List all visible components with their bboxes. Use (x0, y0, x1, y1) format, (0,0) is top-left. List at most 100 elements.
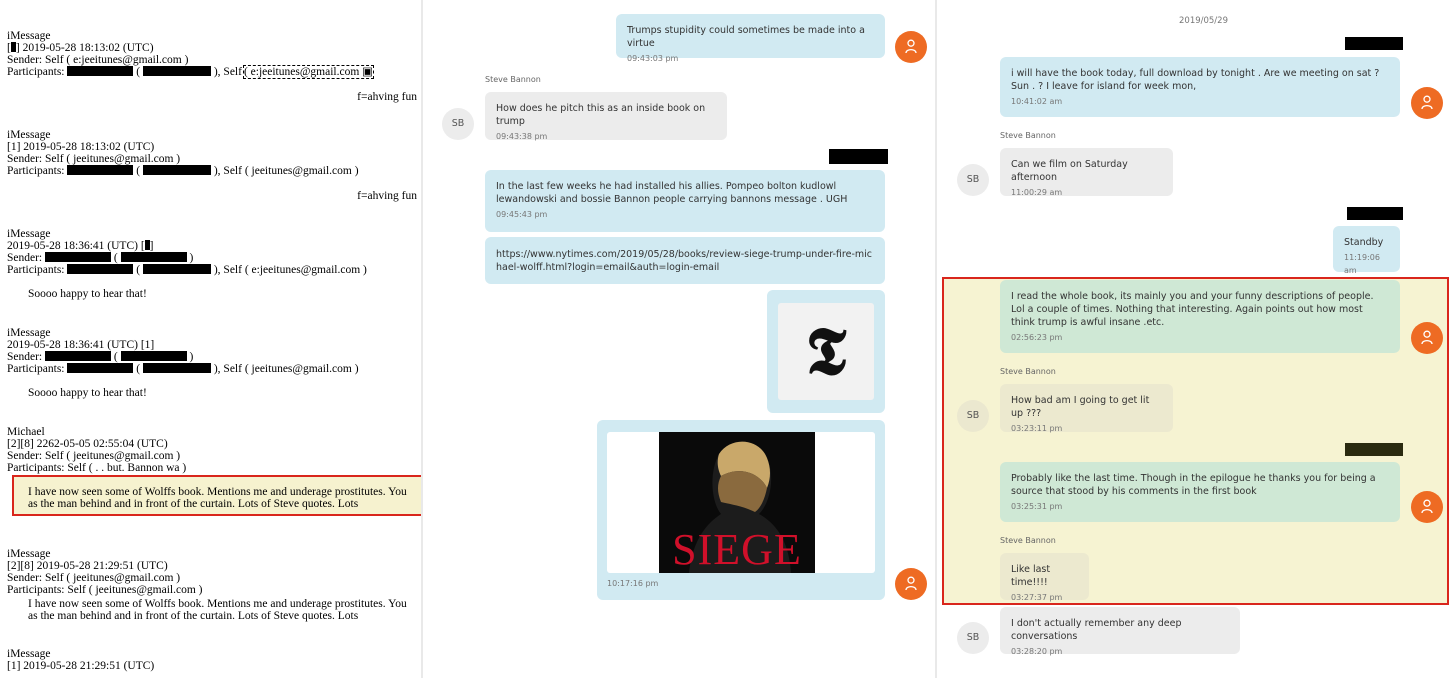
siege-cover: SIEGE (659, 432, 815, 573)
log-participants-tail: ), Self ( e:jeeitunes@gmail.com ) (213, 264, 367, 276)
message-timestamp: 09:43:38 pm (496, 132, 548, 141)
log-sep: ( (136, 66, 141, 78)
redaction (829, 149, 888, 164)
log-participants-label: Participants: (7, 264, 65, 276)
self-avatar (1411, 87, 1443, 119)
redaction (67, 264, 134, 274)
message-timestamp: 11:00:29 am (1011, 188, 1063, 197)
message-text: How bad am I going to get lit up ??? (1011, 395, 1150, 419)
log-sender: Sender: Self ( jeeitunes@gmail.com ) (7, 153, 181, 165)
redaction (67, 363, 134, 373)
log-message: Soooo happy to hear that! (28, 288, 147, 300)
log-record: iMessage 2019-05-28 18:36:41 (UTC) [] Se… (7, 228, 419, 276)
person-icon (1421, 95, 1433, 110)
log-participants-label: Participants: (7, 363, 65, 375)
redaction (45, 351, 112, 361)
log-time: [1] 2019-05-28 21:29:51 (UTC) (7, 660, 155, 672)
log-service: iMessage (7, 129, 51, 141)
outgoing-message[interactable]: Trumps stupidity could sometimes be made… (616, 14, 885, 63)
selection-square-icon: ▣ (362, 66, 374, 78)
person-icon (905, 576, 917, 591)
outgoing-message[interactable]: Standby 11:19:06 am (1333, 226, 1400, 275)
log-service: iMessage (7, 228, 51, 240)
book-cover-image[interactable]: SIEGE (607, 432, 875, 573)
outgoing-image-message[interactable]: 𝕿 (767, 290, 885, 413)
log-participants-label: Participants: (7, 165, 65, 177)
contact-avatar: SB (442, 108, 474, 140)
log-message: f=ahving fun (357, 190, 417, 202)
self-avatar (895, 568, 927, 600)
person-icon (1421, 499, 1433, 514)
redaction (67, 66, 134, 76)
highlighted-log-message: I have now seen some of Wolffs book. Men… (12, 475, 421, 516)
outgoing-image-message[interactable]: SIEGE 10:17:16 pm (597, 420, 885, 600)
redaction (1347, 207, 1403, 220)
log-service: Michael (7, 426, 45, 438)
log-participants-self: ), Self (213, 66, 242, 78)
incoming-message[interactable]: How bad am I going to get lit up ??? 03:… (1000, 384, 1173, 433)
contact-avatar: SB (957, 400, 989, 432)
log-sender: Sender: Self ( jeeitunes@gmail.com ) (7, 450, 181, 462)
redaction (142, 165, 211, 175)
date-separator: 2019/05/29 (1179, 16, 1228, 26)
message-link[interactable]: https://www.nytimes.com/2019/05/28/books… (496, 249, 872, 273)
message-timestamp: 02:56:23 pm (1011, 333, 1063, 342)
log-message: I have now seen some of Wolffs book. Men… (28, 598, 407, 622)
log-participants-email: ( e:jeeitunes@gmail.com (243, 66, 360, 78)
message-log-panel: iMessage [] 2019-05-28 18:13:02 (UTC) Se… (0, 0, 421, 678)
message-timestamp: 11:19:06 am (1344, 253, 1380, 275)
log-time-tag: ] (149, 240, 154, 252)
message-timestamp: 10:41:02 am (1011, 97, 1063, 106)
person-icon (905, 39, 917, 54)
sender-name: Steve Bannon (485, 75, 541, 84)
contact-avatar: SB (957, 622, 989, 654)
message-text: Trumps stupidity could sometimes be made… (627, 25, 865, 49)
redaction (67, 165, 134, 175)
log-message: f=ahving fun (357, 91, 417, 103)
message-text: Can we film on Saturday afternoon (1011, 159, 1128, 183)
self-avatar (895, 31, 927, 63)
message-text: In the last few weeks he had installed h… (496, 181, 848, 205)
log-record: iMessage [2][8] 2019-05-28 21:29:51 (UTC… (7, 548, 419, 596)
message-text: I read the whole book, its mainly you an… (1011, 291, 1374, 328)
log-sep: ) (189, 252, 194, 264)
redaction (142, 363, 211, 373)
redaction (120, 252, 187, 262)
log-sender: Sender: Self ( e:jeeitunes@gmail.com ) (7, 54, 189, 66)
incoming-message[interactable]: Can we film on Saturday afternoon 11:00:… (1000, 148, 1173, 197)
log-participants-tail: ), Self ( jeeitunes@gmail.com ) (213, 165, 359, 177)
log-service: iMessage (7, 327, 51, 339)
self-avatar (1411, 322, 1443, 354)
message-text: I don't actually remember any deep conve… (1011, 618, 1182, 642)
nyt-logo-image[interactable]: 𝕿 (778, 303, 874, 400)
log-time: [1] 2019-05-28 18:13:02 (UTC) (7, 141, 155, 153)
log-service: iMessage (7, 648, 51, 660)
sender-name: Steve Bannon (1000, 131, 1056, 140)
outgoing-message[interactable]: i will have the book today, full downloa… (1000, 57, 1400, 117)
log-sep: ) (189, 351, 194, 363)
sender-name: Steve Bannon (1000, 536, 1056, 545)
incoming-message[interactable]: How does he pitch this as an inside book… (485, 92, 727, 141)
message-text: How does he pitch this as an inside book… (496, 103, 706, 127)
log-participants: Participants: Self ( jeeitunes@gmail.com… (7, 584, 203, 596)
log-sender-label: Sender: (7, 351, 43, 363)
outgoing-message[interactable]: In the last few weeks he had installed h… (485, 170, 885, 232)
log-sender: Sender: Self ( jeeitunes@gmail.com ) (7, 572, 181, 584)
sender-name: Steve Bannon (1000, 367, 1056, 376)
incoming-message[interactable]: Like last time!!!! 03:27:37 pm (1000, 553, 1089, 602)
incoming-message[interactable]: I don't actually remember any deep conve… (1000, 607, 1240, 656)
log-time: 2019-05-28 18:36:41 (UTC) [ (7, 240, 145, 252)
message-timestamp: 10:17:16 pm (607, 579, 659, 588)
log-sep: ( (136, 264, 141, 276)
redaction (1345, 443, 1403, 456)
log-message: I have now seen some of Wolffs book. Men… (28, 486, 407, 510)
redaction (142, 264, 211, 274)
outgoing-message[interactable]: Probably like the last time. Though in t… (1000, 462, 1400, 522)
outgoing-message[interactable]: I read the whole book, its mainly you an… (1000, 280, 1400, 353)
log-time: 2019-05-28 18:13:02 (UTC) (22, 42, 154, 54)
redaction (45, 252, 112, 262)
log-sep: ( (136, 165, 141, 177)
outgoing-link-message[interactable]: https://www.nytimes.com/2019/05/28/books… (485, 237, 885, 284)
log-time: [2][8] 2262-05-05 02:55:04 (UTC) (7, 438, 168, 450)
message-text: Like last time!!!! (1011, 564, 1051, 588)
